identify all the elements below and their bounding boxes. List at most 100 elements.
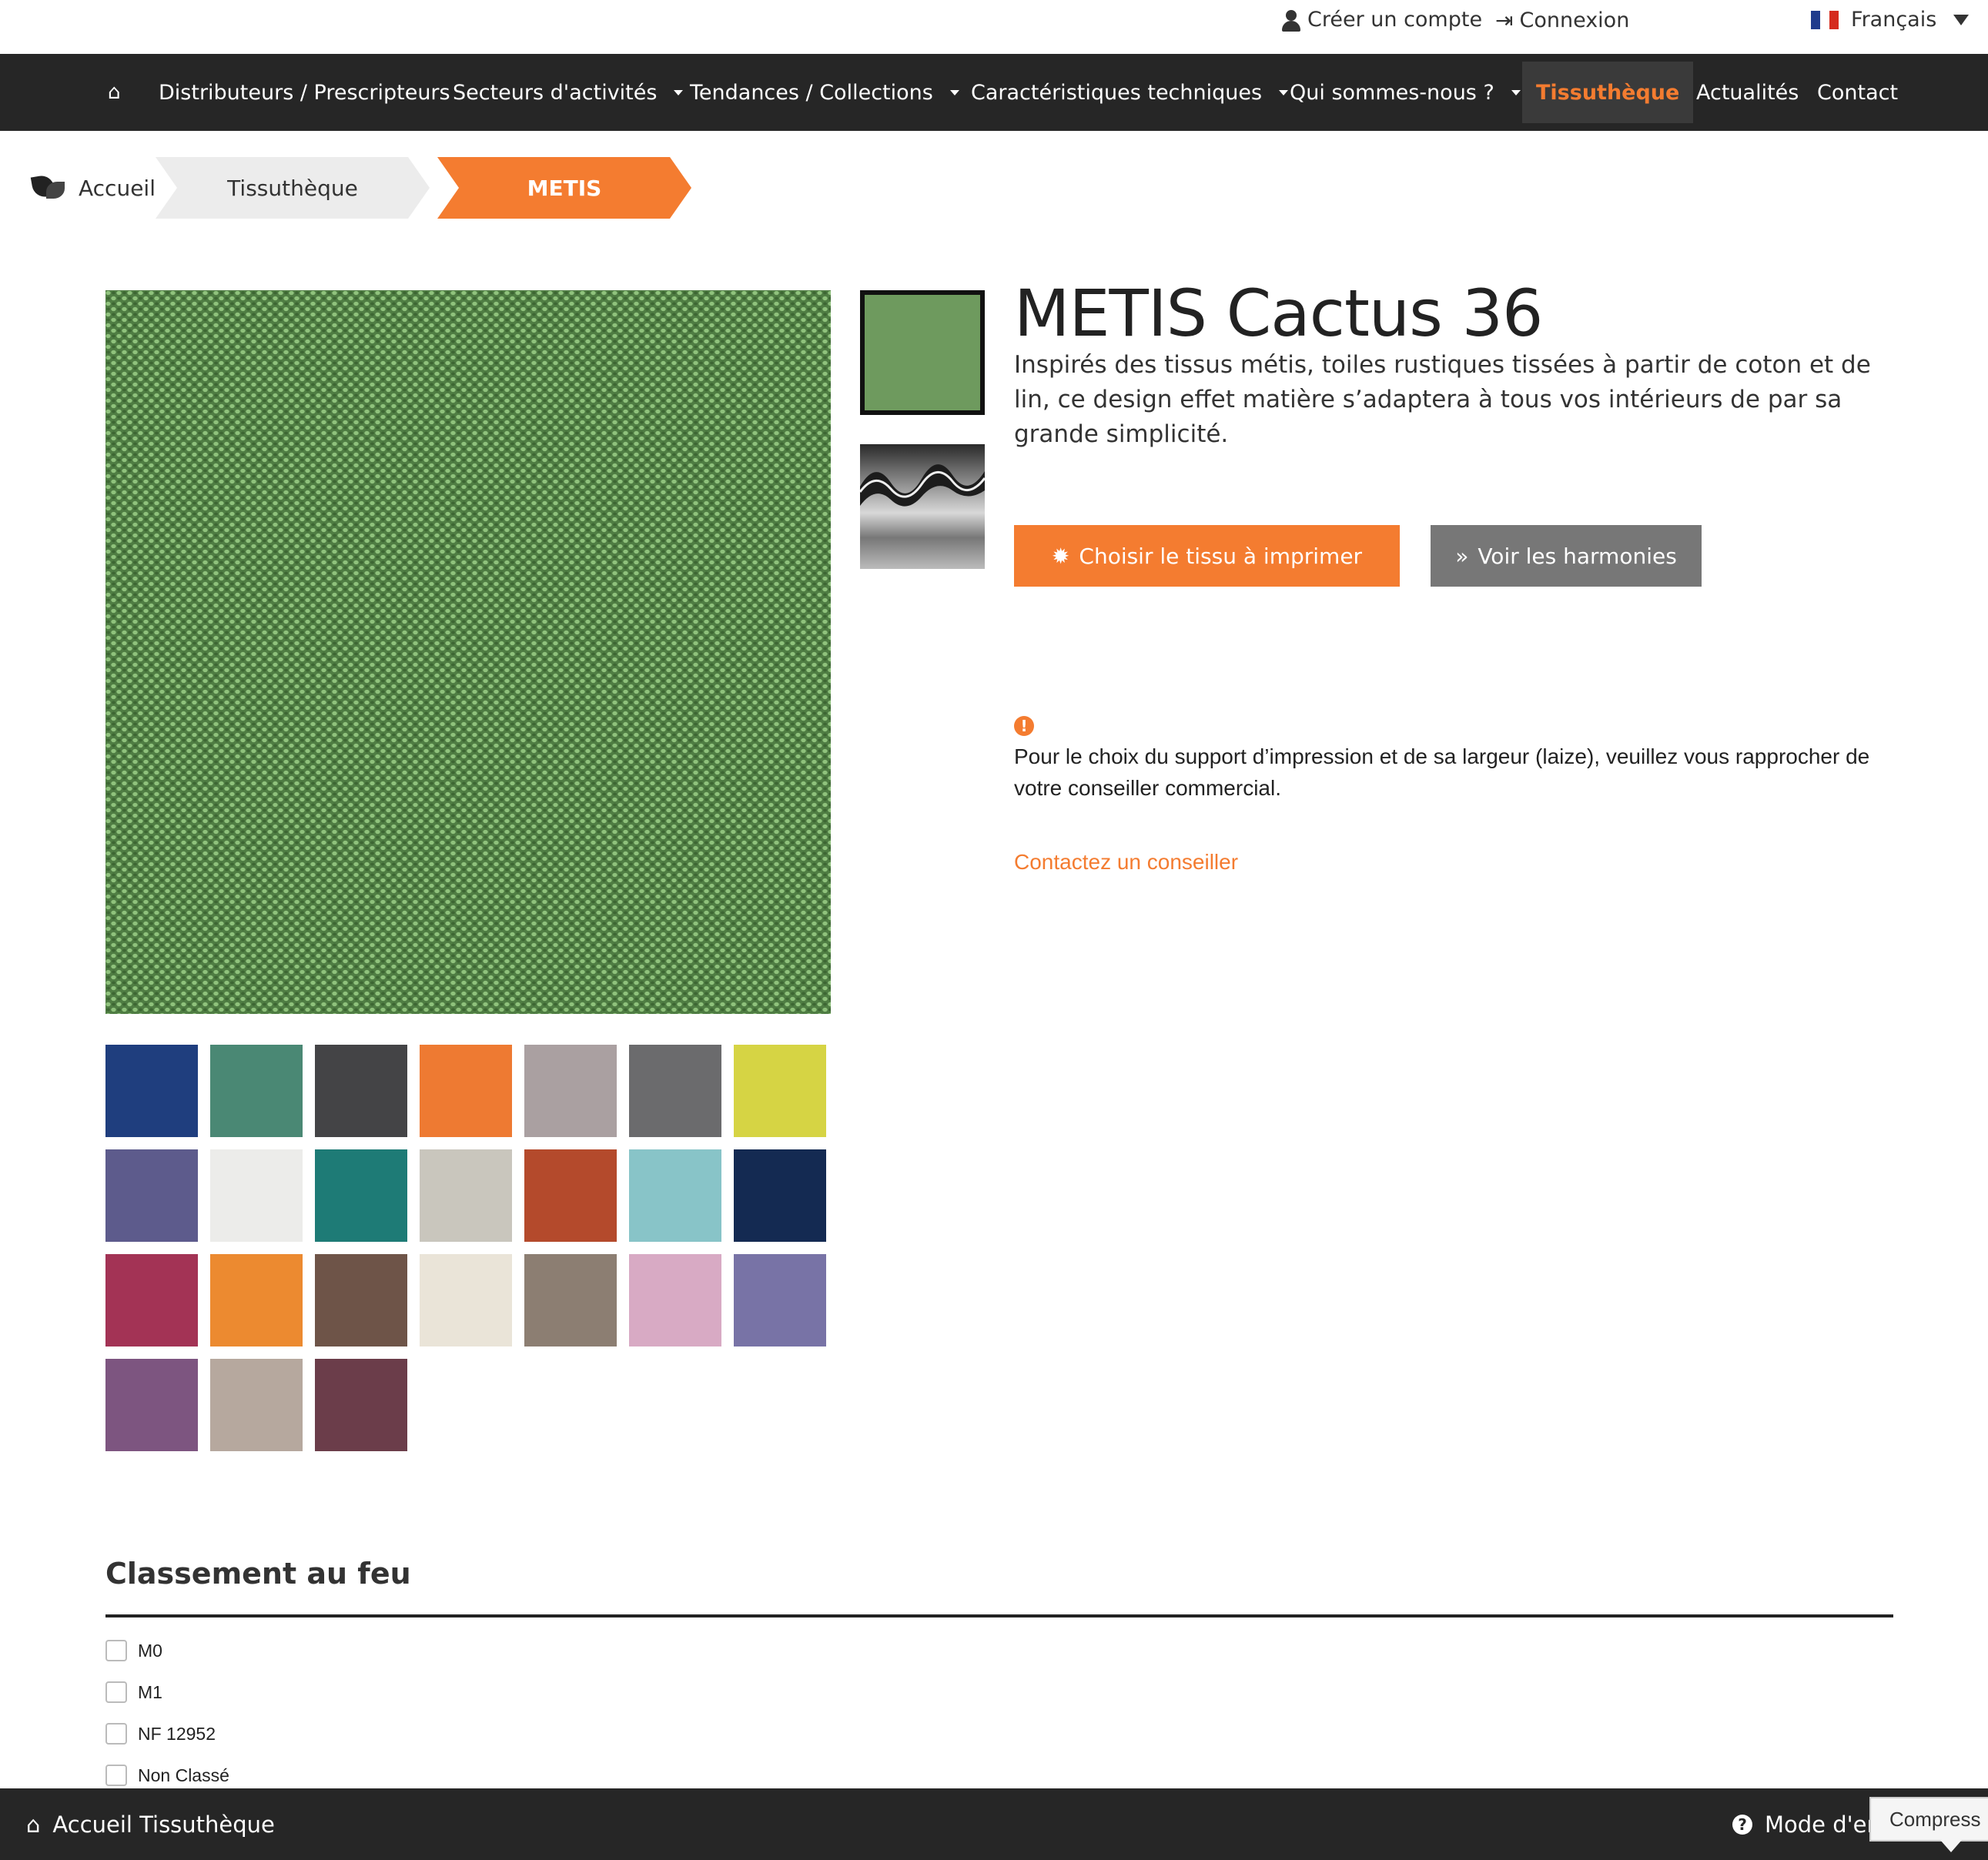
tooltip-tail: [1940, 1840, 1962, 1852]
print-support-notice: Pour le choix du support d’impression et…: [1014, 744, 1870, 800]
breadcrumb-home[interactable]: Accueil: [31, 157, 156, 219]
nav-tissutheque[interactable]: Tissuthèque: [1522, 62, 1694, 123]
login-label: Connexion: [1519, 8, 1630, 32]
breadcrumb-tissutheque[interactable]: Tissuthèque: [156, 157, 430, 219]
login-link[interactable]: ⇥ Connexion: [1495, 8, 1629, 33]
color-swatch[interactable]: [734, 1045, 826, 1137]
choose-fabric-button[interactable]: ✹ Choisir le tissu à imprimer: [1014, 525, 1400, 587]
compress-tooltip: Compress: [1869, 1797, 1988, 1842]
nav-home[interactable]: ⌂: [108, 54, 121, 131]
dropdown-caret-icon: [674, 89, 684, 95]
color-swatch[interactable]: [734, 1254, 826, 1346]
thumbnail-fabric[interactable]: [860, 290, 985, 415]
color-swatch[interactable]: [315, 1359, 407, 1451]
double-chevron-down-icon: »: [1455, 543, 1469, 569]
color-swatch[interactable]: [524, 1254, 617, 1346]
color-swatch[interactable]: [524, 1149, 617, 1242]
create-account-link[interactable]: Créer un compte: [1281, 8, 1482, 32]
curtain-icon: [860, 464, 985, 507]
nav-caracteristiques[interactable]: Caractéristiques techniques: [971, 54, 1289, 131]
nav-label: Tissuthèque: [1536, 80, 1680, 105]
color-swatch[interactable]: [315, 1254, 407, 1346]
fire-rating-title: Classement au feu: [105, 1557, 411, 1591]
nav-label: Contact: [1817, 80, 1899, 105]
color-swatch[interactable]: [524, 1045, 617, 1137]
warning-icon: !: [1014, 716, 1034, 736]
color-swatch[interactable]: [629, 1254, 721, 1346]
checkbox[interactable]: [105, 1640, 127, 1661]
nav-label: Tendances / Collections: [690, 80, 933, 105]
footer-home-link[interactable]: ⌂ Accueil Tissuthèque: [26, 1788, 275, 1860]
color-swatch[interactable]: [210, 1045, 303, 1137]
color-swatch[interactable]: [420, 1045, 512, 1137]
checkbox[interactable]: [105, 1723, 127, 1745]
login-icon: ⇥: [1495, 8, 1514, 33]
home-icon: ⌂: [108, 81, 121, 104]
language-selector[interactable]: Français: [1811, 8, 1970, 32]
breadcrumb-section-label: Tissuthèque: [227, 175, 358, 201]
nav-tendances[interactable]: Tendances / Collections: [690, 54, 959, 131]
dropdown-caret-icon: [1279, 89, 1289, 95]
checkbox-label: Non Classé: [138, 1765, 229, 1785]
france-flag-icon: [1811, 10, 1839, 29]
nav-label: Distributeurs / Prescripteurs: [159, 80, 450, 105]
checkbox[interactable]: [105, 1765, 127, 1786]
color-swatch[interactable]: [734, 1149, 826, 1242]
nav-actualites[interactable]: Actualités: [1696, 54, 1799, 131]
choose-fabric-label: Choisir le tissu à imprimer: [1079, 543, 1363, 569]
nav-distributeurs[interactable]: Distributeurs / Prescripteurs: [159, 54, 450, 131]
color-swatch[interactable]: [315, 1045, 407, 1137]
create-account-label: Créer un compte: [1307, 8, 1483, 32]
footer-mode-link[interactable]: ? Mode d'em: [1732, 1788, 1889, 1860]
footer-bar: ⌂ Accueil Tissuthèque ? Mode d'em: [0, 1788, 1988, 1860]
color-swatch[interactable]: [210, 1149, 303, 1242]
nav-secteurs[interactable]: Secteurs d'activités: [453, 54, 684, 131]
user-icon: [1281, 8, 1301, 32]
chevron-down-icon: [1953, 14, 1970, 25]
main-nav: ⌂ Distributeurs / Prescripteurs Secteurs…: [0, 54, 1988, 131]
nav-qui-sommes-nous[interactable]: Qui sommes-nous ?: [1290, 54, 1521, 131]
gear-icon: ✹: [1051, 543, 1070, 569]
dropdown-caret-icon: [1511, 89, 1521, 95]
color-swatch[interactable]: [629, 1149, 721, 1242]
contact-advisor-link[interactable]: Contactez un conseiller: [1014, 850, 1238, 875]
fire-option-m0[interactable]: M0: [105, 1640, 162, 1661]
nav-contact[interactable]: Contact: [1817, 54, 1898, 131]
dropdown-caret-icon: [949, 89, 959, 95]
fire-option-non-classe[interactable]: Non Classé: [105, 1765, 229, 1786]
color-swatch[interactable]: [105, 1045, 198, 1137]
top-bar: Créer un compte ⇥ Connexion Français: [0, 0, 1988, 54]
language-label: Français: [1851, 8, 1937, 32]
nav-label: Qui sommes-nous ?: [1290, 80, 1494, 105]
product-description: Inspirés des tissus métis, toiles rustiq…: [1014, 351, 1871, 448]
product-title: METIS Cactus 36: [1014, 276, 1543, 351]
breadcrumb-current-label: METIS: [527, 175, 602, 201]
checkbox-label: M0: [138, 1640, 162, 1661]
checkbox-label: NF 12952: [138, 1723, 216, 1744]
checkbox[interactable]: [105, 1681, 127, 1703]
thumbnail-curtain[interactable]: [860, 444, 985, 569]
fire-option-nf12952[interactable]: NF 12952: [105, 1723, 216, 1745]
color-swatch[interactable]: [629, 1045, 721, 1137]
checkbox-label: M1: [138, 1681, 162, 1702]
home-icon: ⌂: [26, 1811, 41, 1838]
section-divider: [105, 1614, 1893, 1617]
color-swatch[interactable]: [210, 1359, 303, 1451]
fire-option-m1[interactable]: M1: [105, 1681, 162, 1703]
breadcrumb-current: METIS: [437, 157, 691, 219]
harmonies-button[interactable]: » Voir les harmonies: [1431, 525, 1702, 587]
color-swatch[interactable]: [105, 1149, 198, 1242]
color-swatch[interactable]: [420, 1254, 512, 1346]
color-swatch[interactable]: [315, 1149, 407, 1242]
nav-label: Secteurs d'activités: [453, 80, 658, 105]
color-swatch[interactable]: [105, 1254, 198, 1346]
harmonies-label: Voir les harmonies: [1478, 543, 1677, 569]
color-swatch[interactable]: [420, 1149, 512, 1242]
nav-label: Caractéristiques techniques: [971, 80, 1263, 105]
leaf-logo-icon: [31, 174, 68, 202]
footer-home-label: Accueil Tissuthèque: [52, 1811, 275, 1838]
color-swatch[interactable]: [105, 1359, 198, 1451]
tooltip-label: Compress: [1889, 1807, 1981, 1831]
help-icon: ?: [1732, 1814, 1752, 1835]
color-swatch[interactable]: [210, 1254, 303, 1346]
